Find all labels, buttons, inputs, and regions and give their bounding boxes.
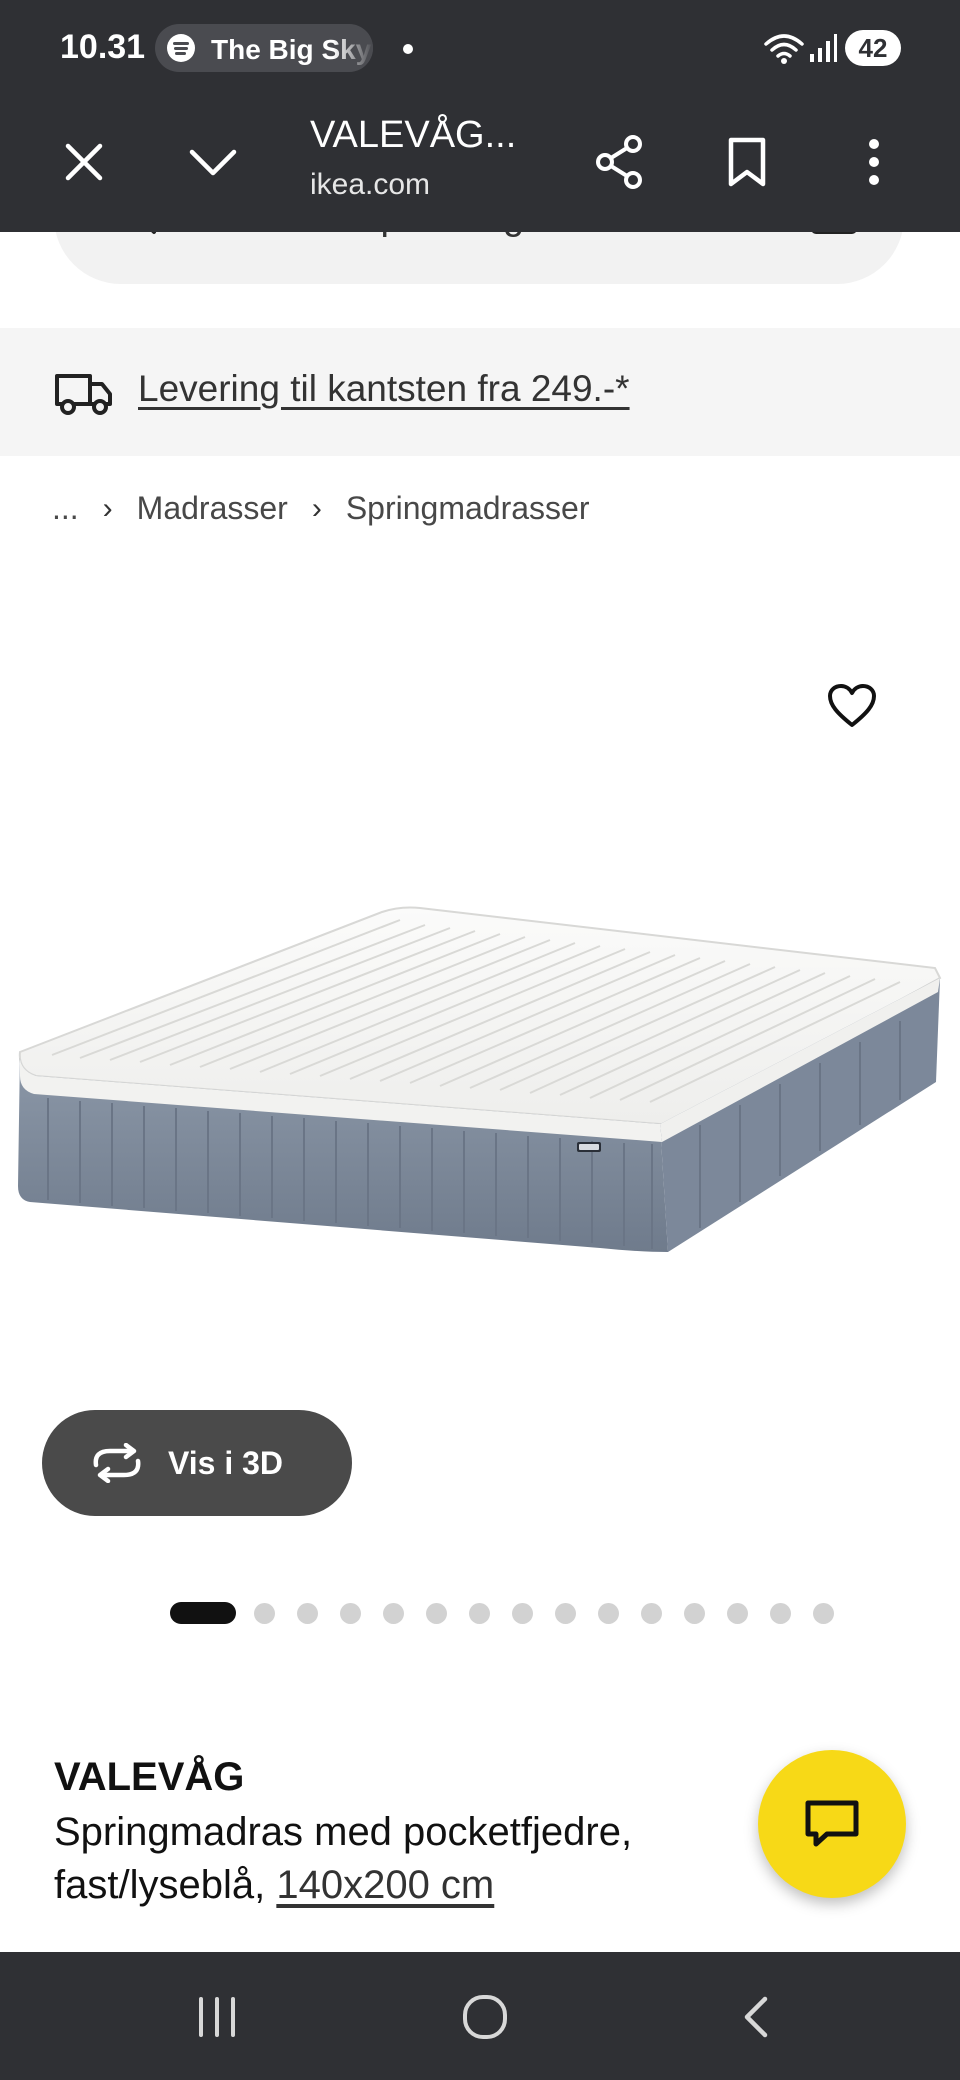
- chat-button[interactable]: [758, 1750, 906, 1898]
- chevron-right-icon: ›: [102, 491, 113, 525]
- pagination-dot[interactable]: [340, 1602, 361, 1624]
- pagination-dot[interactable]: [770, 1602, 791, 1624]
- pagination-dot[interactable]: [555, 1602, 576, 1624]
- back-icon[interactable]: [720, 1982, 790, 2052]
- pagination-dot[interactable]: [813, 1602, 834, 1624]
- page-title[interactable]: VALEVÅG...: [310, 114, 516, 157]
- signal-icon: [810, 34, 837, 62]
- pagination-dot[interactable]: [297, 1602, 318, 1624]
- product-name: VALEVÅG: [54, 1755, 245, 1799]
- pagination-dot[interactable]: [426, 1602, 447, 1624]
- view-3d-label: Vis i 3D: [168, 1444, 284, 1481]
- heart-icon: [828, 684, 876, 727]
- pagination-dot[interactable]: [383, 1602, 404, 1624]
- breadcrumb-springmadrasser[interactable]: Springmadrasser: [346, 490, 590, 527]
- pagination-dot[interactable]: [469, 1602, 490, 1624]
- pagination-dot[interactable]: [512, 1602, 533, 1624]
- breadcrumb-ellipsis[interactable]: ...: [52, 490, 79, 527]
- home-icon[interactable]: [450, 1982, 520, 2052]
- rotate-3d-icon: [93, 1443, 141, 1483]
- chat-icon: [805, 1800, 859, 1847]
- breadcrumb-madrasser[interactable]: Madrasser: [137, 490, 288, 527]
- chevron-right-icon: ›: [311, 491, 322, 525]
- breadcrumb: ... › Madrasser › Springmadrasser: [52, 490, 589, 527]
- favorite-button[interactable]: [824, 678, 880, 734]
- battery-icon: 42: [845, 30, 901, 66]
- pagination-dot-active[interactable]: [170, 1602, 236, 1624]
- share-icon[interactable]: [581, 124, 657, 200]
- media-notification-pill[interactable]: The Big Sky: [155, 24, 373, 72]
- product-description: Springmadras med pocketfjedre, fast/lyse…: [54, 1806, 754, 1912]
- chevron-down-icon[interactable]: [175, 124, 251, 200]
- status-time: 10.31: [60, 28, 146, 66]
- pagination-dot[interactable]: [254, 1602, 275, 1624]
- pagination-dot[interactable]: [641, 1602, 662, 1624]
- view-3d-button[interactable]: Vis i 3D: [42, 1410, 352, 1516]
- page-domain[interactable]: ikea.com: [310, 168, 430, 202]
- more-vertical-icon[interactable]: [836, 124, 912, 200]
- recent-apps-icon[interactable]: [182, 1982, 252, 2052]
- delivery-banner: Levering til kantsten fra 249.-*: [0, 328, 960, 456]
- spotify-icon: [167, 34, 195, 62]
- system-nav-bar: [0, 1952, 960, 2080]
- gallery-pagination: [170, 1602, 856, 1624]
- pagination-dot[interactable]: [684, 1602, 705, 1624]
- notification-dot: [403, 44, 413, 54]
- status-bar: 10.31 The Big Sky 42: [0, 0, 960, 96]
- pagination-dot[interactable]: [727, 1602, 748, 1624]
- wifi-icon: [764, 34, 804, 64]
- close-icon[interactable]: [46, 124, 122, 200]
- product-size-link[interactable]: 140x200 cm: [276, 1863, 494, 1907]
- browser-toolbar: VALEVÅG... ikea.com: [0, 96, 960, 232]
- delivery-link[interactable]: Levering til kantsten fra 249.-*: [138, 368, 630, 410]
- bookmark-icon[interactable]: [709, 124, 785, 200]
- product-image-mattress[interactable]: [0, 880, 960, 1270]
- pagination-dot[interactable]: [598, 1602, 619, 1624]
- truck-icon: [55, 374, 112, 415]
